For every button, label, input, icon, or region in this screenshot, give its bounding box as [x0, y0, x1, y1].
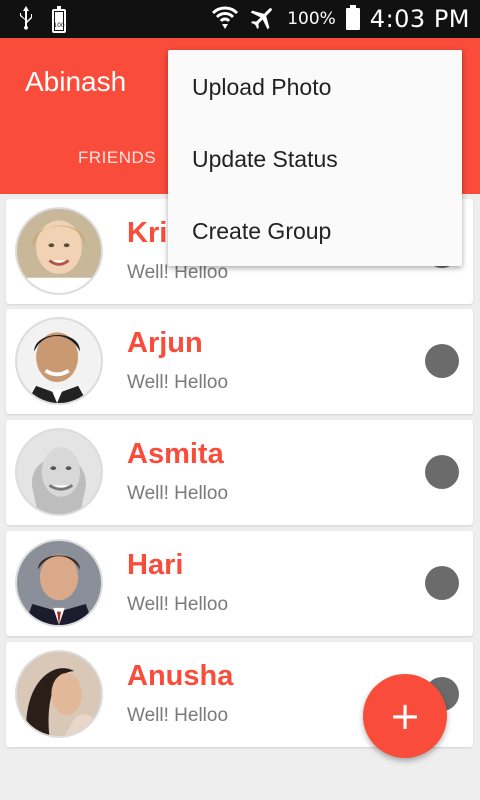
contact-message: Well! Helloo: [127, 705, 229, 726]
contact-card[interactable]: Asmita Well! Helloo: [6, 420, 473, 525]
tab-friends[interactable]: FRIENDS: [78, 148, 156, 168]
battery-percent: 100%: [287, 9, 336, 29]
avatar: [15, 650, 103, 738]
menu-item-create-group[interactable]: Create Group: [192, 218, 331, 245]
add-button[interactable]: +: [363, 674, 447, 758]
airplane-icon: [249, 3, 277, 36]
status-left: 100: [18, 5, 66, 35]
status-dot-icon: [425, 566, 459, 600]
contact-message: Well! Helloo: [127, 483, 229, 504]
add-icon: +: [389, 694, 421, 738]
contact-message: Well! Helloo: [127, 594, 229, 615]
menu-item-update-status[interactable]: Update Status: [192, 146, 338, 173]
battery-100-icon: 100: [52, 5, 66, 33]
status-dot-icon: [425, 344, 459, 378]
contact-name: Asmita: [127, 438, 224, 470]
usb-icon: [18, 6, 34, 35]
wifi-icon: [211, 4, 239, 35]
menu-item-upload-photo[interactable]: Upload Photo: [192, 74, 331, 101]
overflow-menu: Upload Photo Update Status Create Group: [168, 50, 462, 266]
status-right: 100% 4:03 PM: [211, 0, 470, 38]
contact-name: Hari: [127, 549, 184, 581]
contact-name: Anusha: [127, 660, 234, 692]
contact-card[interactable]: Hari Well! Helloo: [6, 531, 473, 636]
status-dot-icon: [425, 455, 459, 489]
avatar: [15, 428, 103, 516]
avatar: [15, 207, 103, 295]
clock: 4:03 PM: [369, 5, 470, 33]
contact-name: Arjun: [127, 327, 203, 359]
avatar: [15, 317, 103, 405]
contact-message: Well! Helloo: [127, 372, 229, 393]
app-title: Abinash: [25, 66, 127, 97]
status-bar: 100 100% 4:03 PM: [0, 0, 480, 38]
contact-card[interactable]: Arjun Well! Helloo: [6, 309, 473, 414]
battery-small-label: 100: [53, 21, 65, 29]
avatar: [15, 539, 103, 627]
battery-icon: [345, 5, 360, 30]
